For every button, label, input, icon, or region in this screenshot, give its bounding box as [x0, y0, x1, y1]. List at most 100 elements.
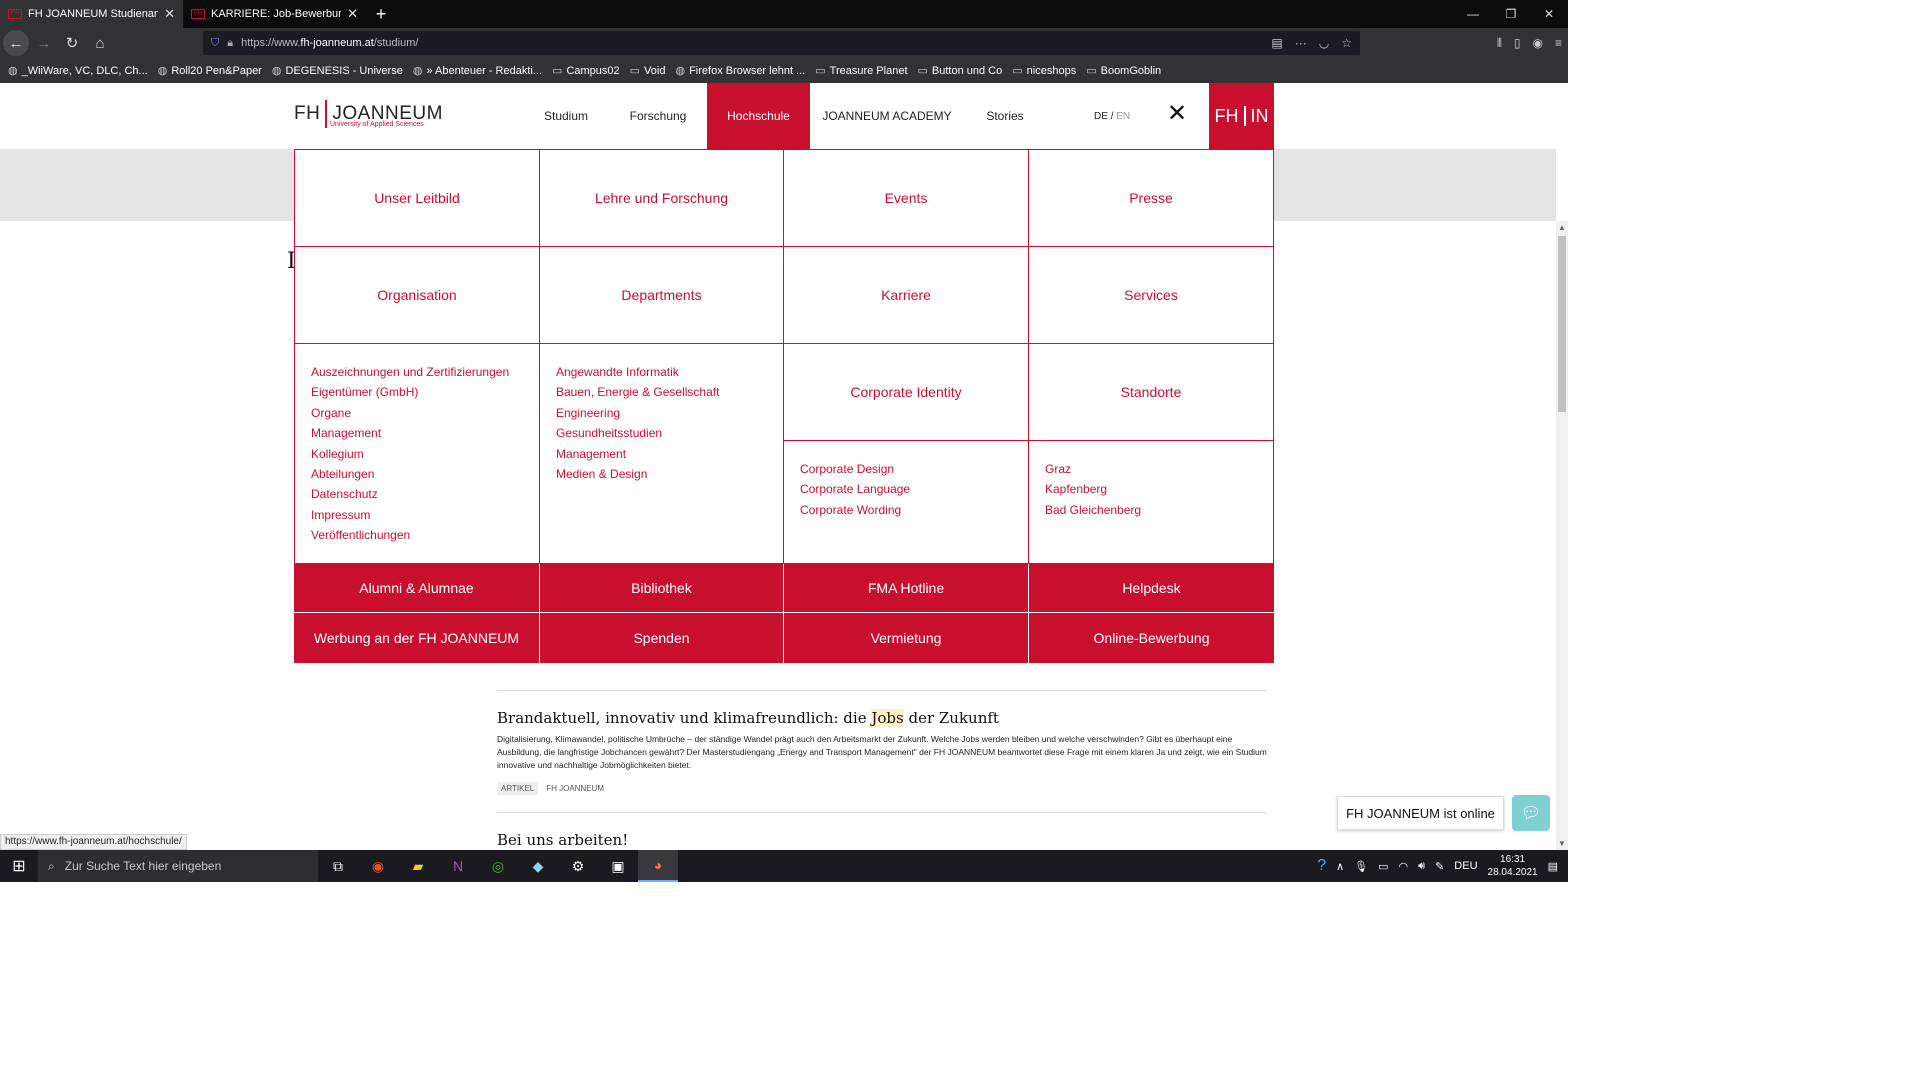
reader-view-icon[interactable]: ▤: [1271, 36, 1282, 50]
link-impressum[interactable]: Impressum: [311, 505, 523, 525]
menu-presse[interactable]: Presse: [1028, 149, 1274, 247]
link-dept-management[interactable]: Management: [556, 444, 767, 464]
menu-standorte[interactable]: Standorte: [1028, 343, 1274, 441]
link-bad-gleichenberg[interactable]: Bad Gleichenberg: [1045, 500, 1257, 520]
link-angewandte-informatik[interactable]: Angewandte Informatik: [556, 362, 767, 382]
account-icon[interactable]: ◉: [1533, 36, 1543, 50]
scrollbar-thumb[interactable]: [1558, 236, 1566, 412]
file-explorer-icon[interactable]: ▰: [398, 850, 438, 882]
link-kollegium[interactable]: Kollegium: [311, 444, 523, 464]
media-app-icon[interactable]: ▣: [598, 850, 638, 882]
bookmark-folder[interactable]: ▭ Treasure Planet: [815, 64, 907, 78]
menu-helpdesk[interactable]: Helpdesk: [1029, 564, 1274, 612]
menu-corporate-identity[interactable]: Corporate Identity: [783, 343, 1029, 441]
fh-intranet-button[interactable]: FH IN: [1209, 83, 1274, 149]
link-corporate-language[interactable]: Corporate Language: [800, 479, 1012, 499]
scroll-down-icon[interactable]: ▼: [1558, 839, 1566, 848]
link-abteilungen[interactable]: Abteilungen: [311, 464, 523, 484]
chat-icon[interactable]: 💬︎: [1512, 795, 1550, 831]
link-auszeichnungen[interactable]: Auszeichnungen und Zertifizierungen: [311, 362, 523, 382]
menu-icon[interactable]: ≡: [1555, 36, 1562, 50]
link-veroeffentlichungen[interactable]: Veröffentlichungen: [311, 525, 523, 545]
nav-joanneum-academy[interactable]: JOANNEUM ACADEMY: [822, 83, 952, 149]
pen-icon[interactable]: ✎: [1435, 860, 1444, 873]
home-icon[interactable]: ⌂: [87, 30, 113, 56]
link-graz[interactable]: Graz: [1045, 459, 1257, 479]
fh-joanneum-logo[interactable]: FH JOANNEUM University of Applied Science…: [294, 100, 443, 128]
url-text[interactable]: https://www.fh-joanneum.at/studium/: [241, 37, 418, 49]
tag-artikel[interactable]: ARTIKEL: [497, 782, 539, 795]
link-kapfenberg[interactable]: Kapfenberg: [1045, 479, 1257, 499]
more-actions-icon[interactable]: ···: [1295, 36, 1307, 50]
link-bauen-energie[interactable]: Bauen, Energie & Gesellschaft: [556, 382, 767, 402]
tab-fh-studienangebot[interactable]: FH FH JOANNEUM Studienangebot ✕: [0, 0, 183, 28]
forward-arrow-icon[interactable]: →: [31, 30, 57, 56]
firefox-icon[interactable]: ◕: [638, 850, 678, 882]
chrome-icon[interactable]: ◎: [478, 850, 518, 882]
menu-organisation[interactable]: Organisation: [294, 246, 540, 344]
tab-karriere[interactable]: FH KARRIERE: Job-Bewerbung – JOANNEUM ✕: [183, 0, 366, 28]
reload-icon[interactable]: ↻: [59, 30, 85, 56]
bookmark-item[interactable]: ◍ Firefox Browser lehnt ...: [675, 64, 805, 78]
language-indicator[interactable]: DEU: [1454, 860, 1477, 872]
close-menu-icon[interactable]: ✕: [1167, 102, 1187, 126]
menu-karriere[interactable]: Karriere: [783, 246, 1029, 344]
windows-start-icon[interactable]: ⊞: [0, 850, 38, 882]
tag-fh-joanneum[interactable]: FH JOANNEUM: [546, 782, 604, 795]
bookmark-folder[interactable]: ▭ niceshops: [1012, 64, 1076, 78]
task-view-icon[interactable]: ⧉: [318, 850, 358, 882]
battery-icon[interactable]: ▭: [1378, 860, 1388, 873]
settings-gear-icon[interactable]: ⚙: [558, 850, 598, 882]
microphone-icon[interactable]: 🎙︎: [1354, 860, 1368, 873]
menu-unser-leitbild[interactable]: Unser Leitbild: [294, 149, 540, 247]
menu-vermietung[interactable]: Vermietung: [784, 613, 1028, 663]
close-tab-icon[interactable]: ✕: [347, 6, 358, 22]
bookmark-folder[interactable]: ▭ BoomGoblin: [1086, 64, 1161, 78]
bookmark-item[interactable]: ◍ Roll20 Pen&Paper: [158, 64, 262, 78]
article-title[interactable]: Brandaktuell, innovativ und klimafreundl…: [497, 709, 1267, 727]
sidebar-icon[interactable]: ▯: [1514, 36, 1521, 50]
bookmark-item[interactable]: ◍ DEGENESIS - Universe: [272, 64, 403, 78]
menu-online-bewerbung[interactable]: Online-Bewerbung: [1029, 613, 1274, 663]
chat-status-bubble[interactable]: FH JOANNEUM ist online: [1337, 796, 1504, 830]
link-datenschutz[interactable]: Datenschutz: [311, 484, 523, 504]
nav-stories[interactable]: Stories: [974, 83, 1036, 149]
minimize-icon[interactable]: —: [1454, 0, 1492, 28]
link-organe[interactable]: Organe: [311, 403, 523, 423]
shield-icon[interactable]: ⛉: [211, 37, 219, 50]
link-eigentuemer[interactable]: Eigentümer (GmbH): [311, 382, 523, 402]
url-bar[interactable]: ⛉ 🔒︎ https://www.fh-joanneum.at/studium/…: [203, 31, 1360, 55]
taskbar-search[interactable]: ⌕ Zur Suche Text hier eingeben: [38, 850, 318, 882]
back-arrow-icon[interactable]: ←: [3, 30, 29, 56]
help-icon[interactable]: ?: [1317, 857, 1326, 875]
new-tab-icon[interactable]: +: [366, 0, 396, 28]
bookmark-folder[interactable]: ▭ Void: [630, 64, 666, 78]
library-icon[interactable]: ⫴: [1497, 36, 1502, 51]
link-gesundheitsstudien[interactable]: Gesundheitsstudien: [556, 423, 767, 443]
menu-bibliothek[interactable]: Bibliothek: [540, 564, 783, 612]
menu-services[interactable]: Services: [1028, 246, 1274, 344]
ubuntu-icon[interactable]: ◉: [358, 850, 398, 882]
link-management[interactable]: Management: [311, 423, 523, 443]
menu-events[interactable]: Events: [783, 149, 1029, 247]
menu-alumni[interactable]: Alumni & Alumnae: [294, 564, 539, 612]
nav-hochschule[interactable]: Hochschule: [707, 83, 810, 149]
page-scrollbar[interactable]: ▲ ▼: [1556, 221, 1568, 850]
lock-icon[interactable]: 🔒︎: [227, 37, 233, 50]
menu-departments[interactable]: Departments: [539, 246, 784, 344]
menu-lehre-und-forschung[interactable]: Lehre und Forschung: [539, 149, 784, 247]
close-window-icon[interactable]: ✕: [1530, 0, 1568, 28]
lang-de[interactable]: DE: [1094, 111, 1108, 122]
wifi-icon[interactable]: ◠: [1399, 860, 1409, 873]
article-title-next[interactable]: Bei uns arbeiten!: [497, 831, 1267, 849]
menu-fma-hotline[interactable]: FMA Hotline: [784, 564, 1028, 612]
bookmark-item[interactable]: ◍ _WiiWare, VC, DLC, Ch...: [8, 64, 148, 78]
bookmark-star-icon[interactable]: ☆: [1341, 36, 1352, 50]
onenote-icon[interactable]: N: [438, 850, 478, 882]
bookmark-item[interactable]: ◍» Abenteuer - Redakti...: [413, 64, 542, 78]
pocket-icon[interactable]: ◡: [1319, 36, 1329, 50]
app-icon[interactable]: ◆: [518, 850, 558, 882]
link-corporate-design[interactable]: Corporate Design: [800, 459, 1012, 479]
nav-studium[interactable]: Studium: [524, 83, 608, 149]
bookmark-folder[interactable]: ▭ Campus02: [552, 64, 620, 78]
